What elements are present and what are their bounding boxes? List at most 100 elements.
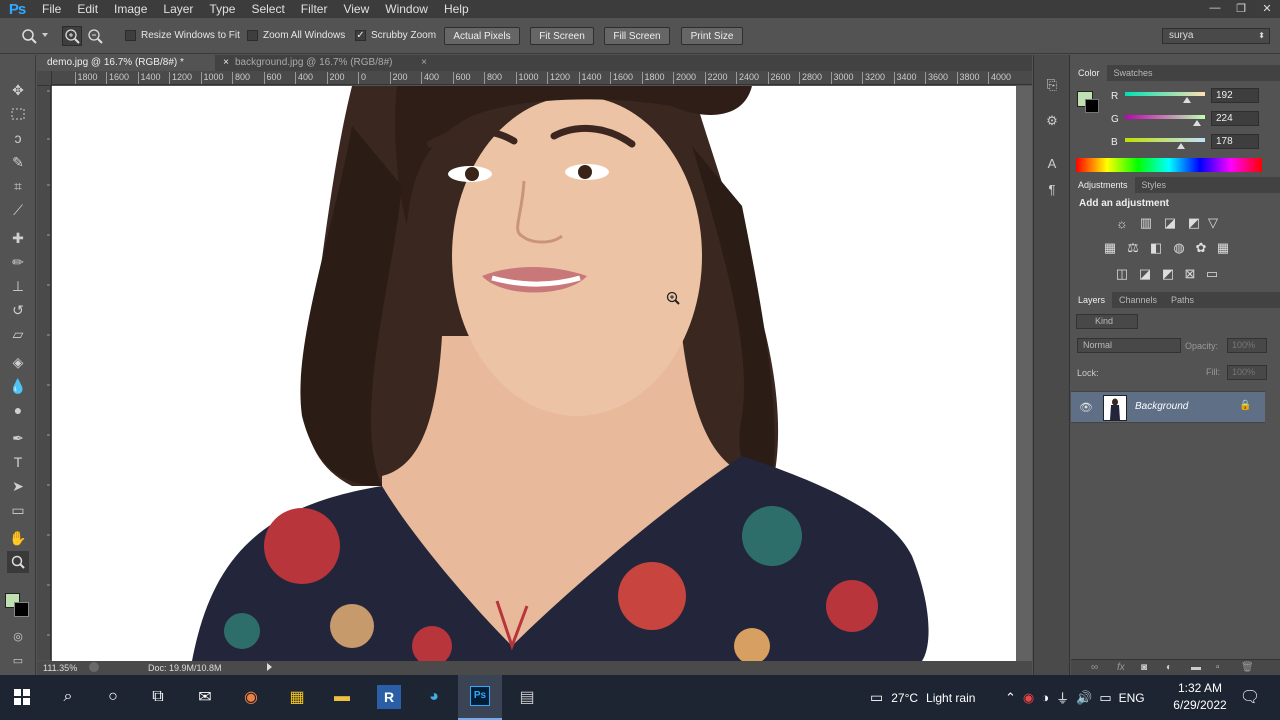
- blue-track[interactable]: [1125, 138, 1205, 142]
- zoom-in-icon[interactable]: [62, 26, 82, 46]
- opacity-input[interactable]: 100%: [1227, 338, 1267, 353]
- crop-tool-icon[interactable]: ⌗: [7, 175, 29, 197]
- levels-icon[interactable]: ▥: [1138, 215, 1154, 231]
- dodge-tool-icon[interactable]: ●: [7, 399, 29, 421]
- healing-brush-tool-icon[interactable]: ✚: [7, 227, 29, 249]
- blue-slider[interactable]: B 178: [1111, 134, 1266, 154]
- tab-styles[interactable]: Styles: [1135, 177, 1174, 193]
- preset-dropdown-icon[interactable]: [42, 33, 48, 37]
- color-lookup-icon[interactable]: ▦: [1215, 240, 1231, 256]
- quick-mask-icon[interactable]: ◎: [7, 625, 29, 647]
- red-slider[interactable]: R 192: [1111, 88, 1266, 108]
- pen-tool-icon[interactable]: ✒: [7, 427, 29, 449]
- scrubby-zoom-checkbox[interactable]: ✓ Scrubby Zoom: [355, 30, 436, 41]
- mail-icon[interactable]: ✉: [193, 685, 217, 709]
- invert-icon[interactable]: ◫: [1114, 266, 1130, 282]
- background-color-swatch[interactable]: [1085, 99, 1099, 113]
- photoshop-taskbar-button[interactable]: Ps: [458, 675, 502, 720]
- zoom-level[interactable]: 111.35%: [43, 663, 77, 673]
- file-explorer-icon[interactable]: ▬: [330, 685, 354, 709]
- weather-widget[interactable]: ▭ 27°C Light rain: [870, 675, 975, 720]
- selective-color-icon[interactable]: ⊠: [1182, 266, 1198, 282]
- zoom-tool-icon[interactable]: [7, 551, 29, 573]
- path-selection-tool-icon[interactable]: ➤: [7, 475, 29, 497]
- tray-app2-icon[interactable]: ◑: [1041, 690, 1049, 705]
- hue-saturation-icon[interactable]: ▦: [1102, 240, 1118, 256]
- tab-paths[interactable]: Paths: [1164, 292, 1201, 308]
- background-color-swatch[interactable]: [14, 602, 29, 617]
- document-canvas[interactable]: [52, 86, 1016, 661]
- menu-filter[interactable]: Filter: [293, 2, 336, 16]
- black-white-icon[interactable]: ◧: [1148, 240, 1164, 256]
- type-tool-icon[interactable]: T: [7, 451, 29, 473]
- menu-edit[interactable]: Edit: [69, 2, 106, 16]
- tab-color[interactable]: Color: [1071, 65, 1107, 81]
- tab-swatches[interactable]: Swatches: [1107, 65, 1160, 81]
- adjustment-layer-icon[interactable]: ◐: [1166, 662, 1172, 673]
- hand-tool-icon[interactable]: ✋: [7, 527, 29, 549]
- volume-icon[interactable]: 🔊: [1076, 690, 1092, 706]
- menu-help[interactable]: Help: [436, 2, 477, 16]
- layer-style-icon[interactable]: fx: [1117, 662, 1125, 673]
- usb-icon[interactable]: ⏚: [1056, 688, 1069, 707]
- blend-mode-select[interactable]: Normal: [1077, 338, 1181, 353]
- app-window-icon[interactable]: ▤: [515, 685, 539, 709]
- paint-bucket-tool-icon[interactable]: ◈: [7, 351, 29, 373]
- notifications-icon[interactable]: 🗨: [1238, 685, 1262, 709]
- clock[interactable]: 1:32 AM 6/29/2022: [1172, 680, 1228, 714]
- move-tool-icon[interactable]: ✥: [7, 79, 29, 101]
- tab-adjustments[interactable]: Adjustments: [1071, 177, 1135, 193]
- paragraph-panel-icon[interactable]: ¶: [1042, 179, 1062, 199]
- lasso-tool-icon[interactable]: ↄ: [7, 127, 29, 149]
- minimize-button[interactable]: —: [1202, 1, 1228, 15]
- layer-name[interactable]: Background: [1135, 401, 1188, 412]
- browser-icon[interactable]: ◉: [239, 685, 263, 709]
- green-track[interactable]: [1125, 115, 1205, 119]
- tray-app-icon[interactable]: ◉: [1023, 690, 1034, 706]
- battery-icon[interactable]: ▭: [1099, 690, 1111, 706]
- store-icon[interactable]: ▦: [285, 685, 309, 709]
- history-brush-tool-icon[interactable]: ↺: [7, 299, 29, 321]
- close-tab-icon[interactable]: ×: [421, 55, 427, 71]
- fill-input[interactable]: 100%: [1227, 365, 1267, 380]
- blue-thumb[interactable]: [1177, 143, 1185, 149]
- eyedropper-tool-icon[interactable]: ⟋: [7, 199, 29, 221]
- zoom-tool-preset-icon[interactable]: [20, 27, 40, 45]
- eye-icon[interactable]: 👁: [1079, 401, 1093, 414]
- zoom-all-windows-checkbox[interactable]: Zoom All Windows: [247, 30, 345, 41]
- exposure-icon[interactable]: ◩: [1186, 215, 1202, 231]
- language-indicator[interactable]: ENG: [1119, 691, 1145, 705]
- color-spectrum[interactable]: [1076, 158, 1262, 172]
- resize-windows-checkbox[interactable]: Resize Windows to Fit: [125, 30, 240, 41]
- brightness-contrast-icon[interactable]: ☼: [1114, 215, 1130, 231]
- windows-start-icon[interactable]: [10, 685, 34, 709]
- new-group-icon[interactable]: ▬: [1191, 662, 1201, 673]
- cortana-icon[interactable]: ○: [101, 685, 125, 709]
- workspace-select[interactable]: surya ⬍: [1162, 28, 1270, 44]
- restore-button[interactable]: ❐: [1228, 1, 1254, 15]
- tab-demo[interactable]: demo.jpg @ 16.7% (RGB/8#) * ×: [37, 55, 229, 71]
- photo-filter-icon[interactable]: ◍: [1171, 240, 1187, 256]
- menu-layer[interactable]: Layer: [155, 2, 201, 16]
- new-layer-icon[interactable]: ▫: [1216, 662, 1220, 673]
- reader-app-icon[interactable]: R: [377, 685, 401, 709]
- properties-panel-icon[interactable]: ⚙: [1042, 111, 1062, 131]
- menu-file[interactable]: File: [34, 2, 69, 16]
- screen-mode-icon[interactable]: ▭: [7, 649, 29, 671]
- curves-icon[interactable]: ◪: [1162, 215, 1178, 231]
- menu-window[interactable]: Window: [377, 2, 436, 16]
- zoom-out-icon[interactable]: [86, 27, 106, 47]
- green-value-input[interactable]: 224: [1211, 111, 1259, 126]
- close-button[interactable]: ✕: [1254, 1, 1280, 15]
- brush-tool-icon[interactable]: ✏: [7, 251, 29, 273]
- eraser-tool-icon[interactable]: ▱: [7, 323, 29, 345]
- tab-channels[interactable]: Channels: [1112, 292, 1164, 308]
- blur-tool-icon[interactable]: 💧: [7, 375, 29, 397]
- ruler-origin[interactable]: [37, 71, 52, 86]
- task-view-icon[interactable]: ⧉: [146, 685, 170, 709]
- gradient-map-icon[interactable]: ▭: [1204, 266, 1220, 282]
- vibrance-icon[interactable]: ▽: [1205, 215, 1221, 231]
- add-mask-icon[interactable]: ◙: [1141, 662, 1147, 673]
- chevron-up-icon[interactable]: ⌃: [1005, 690, 1016, 706]
- trash-icon[interactable]: 🗑: [1241, 662, 1254, 673]
